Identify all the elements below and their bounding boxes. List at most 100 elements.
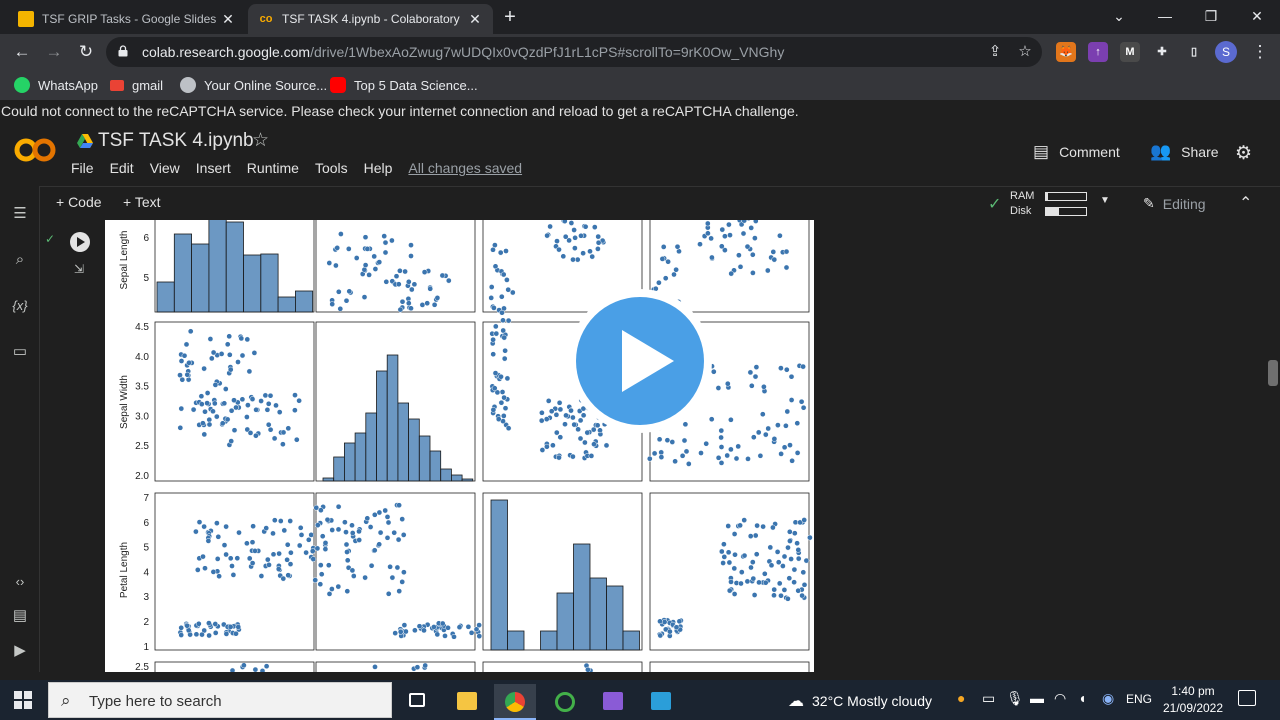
tray-screen-icon[interactable]: ▭ (982, 690, 995, 707)
hp-icon[interactable]: ◉ (1102, 690, 1114, 707)
m-extension-icon[interactable]: M (1120, 42, 1140, 62)
video-play-button[interactable] (567, 288, 713, 434)
google-drive-icon[interactable] (77, 134, 93, 148)
run-cell-button[interactable] (70, 232, 90, 252)
language-indicator[interactable]: ENG (1126, 692, 1152, 706)
scatter-point (196, 519, 203, 525)
scatter-point (342, 519, 348, 526)
star-icon[interactable]: ☆ (252, 129, 269, 152)
bookmark-star-icon[interactable]: ☆ (1016, 43, 1034, 61)
scatter-point (367, 524, 374, 530)
scatter-point (226, 351, 233, 358)
profile-avatar[interactable]: S (1215, 41, 1237, 63)
tab-google-slides[interactable]: TSF GRIP Tasks - Google Slides ✕ (8, 4, 246, 34)
scatter-point (434, 631, 441, 638)
editing-mode-button[interactable]: ✎ Editing (1143, 195, 1206, 212)
menu-edit[interactable]: Edit (110, 160, 134, 176)
save-status-link[interactable]: All changes saved (408, 160, 522, 176)
share-page-icon[interactable]: ⇪ (986, 43, 1004, 61)
system-clock[interactable]: 1:40 pm 21/09/2022 (1161, 683, 1225, 717)
tick-label: 6 (143, 233, 149, 244)
extension-icon[interactable]: ↑ (1088, 42, 1108, 62)
chrome-taskbar-icon[interactable] (494, 684, 536, 720)
more-menu-icon[interactable]: ⋮ (1248, 40, 1272, 64)
notifications-icon[interactable] (1238, 690, 1256, 706)
command-palette-icon[interactable]: ▤ (8, 604, 32, 628)
notebook-title[interactable]: TSF TASK 4.ipynb (98, 130, 254, 152)
colab-logo[interactable] (14, 136, 56, 164)
bookmark-gmail[interactable]: gmail (110, 76, 163, 94)
folder-icon[interactable]: ▭ (8, 340, 32, 364)
scatter-point (807, 534, 813, 541)
close-window-button[interactable]: ✕ (1242, 6, 1272, 26)
metamask-extension-icon[interactable]: 🦊 (1056, 42, 1076, 62)
bookmark-whatsapp[interactable]: WhatsApp (14, 76, 98, 94)
minimize-button[interactable]: — (1150, 6, 1180, 26)
menu-file[interactable]: File (71, 160, 94, 176)
microphone-icon[interactable]: 🎙 (1006, 690, 1024, 707)
scatter-point (777, 232, 783, 239)
scatter-point (509, 289, 516, 296)
back-arrow-icon[interactable]: ← (10, 40, 34, 64)
table-of-contents-icon[interactable]: ☰ (8, 202, 32, 226)
photos-icon[interactable] (640, 684, 682, 720)
weather-widget[interactable]: ☁ 32°C Mostly cloudy (788, 691, 932, 711)
task-view-icon[interactable] (396, 684, 438, 720)
scatter-point (741, 552, 748, 559)
terminal-icon[interactable]: ▶ (8, 639, 32, 663)
scatter-point (651, 450, 658, 457)
menu-view[interactable]: View (150, 160, 180, 176)
close-tab-icon[interactable]: ✕ (467, 11, 483, 28)
volume-icon[interactable]: ◖ (1078, 690, 1086, 706)
collapse-header-icon[interactable]: ⌃ (1239, 193, 1252, 213)
scatter-point (292, 407, 298, 414)
battery-icon[interactable]: ▬ (1030, 690, 1044, 706)
scatter-point (198, 393, 205, 400)
close-tab-icon[interactable]: ✕ (220, 11, 236, 28)
wifi-icon[interactable]: ◠ (1054, 690, 1066, 707)
side-panel-icon[interactable]: ▯ (1184, 42, 1204, 62)
scatter-point (233, 630, 239, 637)
settings-gear-icon[interactable]: ⚙ (1235, 142, 1252, 165)
scatter-point (733, 455, 740, 462)
search-icon[interactable]: ⌕ (8, 248, 32, 272)
output-actions-icon[interactable]: ⇲ (74, 262, 84, 276)
scrollbar-thumb[interactable] (1268, 360, 1278, 386)
bookmark-online-source[interactable]: Your Online Source... (180, 76, 327, 94)
resource-indicator[interactable]: ✓ RAM Disk (988, 189, 1098, 219)
scatter-point (780, 563, 786, 569)
file-explorer-icon[interactable] (446, 684, 488, 720)
scatter-point (774, 549, 781, 555)
scatter-point (266, 562, 272, 568)
bookmark-data-science[interactable]: Top 5 Data Science... (330, 76, 478, 94)
taskbar-search-box[interactable]: ⌕ Type here to search (48, 682, 392, 718)
share-button[interactable]: 👥 Share (1150, 142, 1219, 162)
anaconda-icon[interactable] (544, 684, 586, 720)
scatter-point (280, 575, 287, 582)
menu-runtime[interactable]: Runtime (247, 160, 299, 176)
reload-icon[interactable]: ↻ (74, 40, 98, 64)
new-tab-button[interactable]: + (499, 7, 521, 29)
video-editor-icon[interactable] (592, 684, 634, 720)
scatter-point (556, 454, 562, 461)
menu-insert[interactable]: Insert (196, 160, 231, 176)
windows-start-icon[interactable] (14, 691, 32, 709)
restore-button[interactable]: ❐ (1196, 6, 1226, 26)
tab-colab[interactable]: co TSF TASK 4.ipynb - Colaboratory ✕ (248, 4, 493, 34)
scatter-point (504, 375, 511, 382)
address-bar[interactable]: colab.research.google.com/drive/1WbexAoZ… (106, 37, 1042, 67)
scatter-point (405, 278, 412, 285)
menu-help[interactable]: Help (364, 160, 393, 176)
add-code-button[interactable]: + Code (56, 194, 102, 210)
tab-search-icon[interactable]: ⌄ (1104, 6, 1134, 26)
comment-button[interactable]: ▤ Comment (1033, 142, 1120, 162)
puzzle-extensions-icon[interactable]: ✚ (1152, 42, 1172, 62)
menu-tools[interactable]: Tools (315, 160, 348, 176)
scatter-point (193, 528, 199, 535)
code-snippets-icon[interactable]: ‹› (8, 570, 32, 594)
add-text-button[interactable]: + Text (123, 194, 161, 210)
forward-arrow-icon[interactable]: → (42, 40, 66, 64)
chevron-down-icon[interactable]: ▼ (1100, 195, 1110, 206)
tray-app-icon[interactable]: ● (957, 690, 965, 706)
variables-icon[interactable]: {x} (8, 294, 32, 318)
